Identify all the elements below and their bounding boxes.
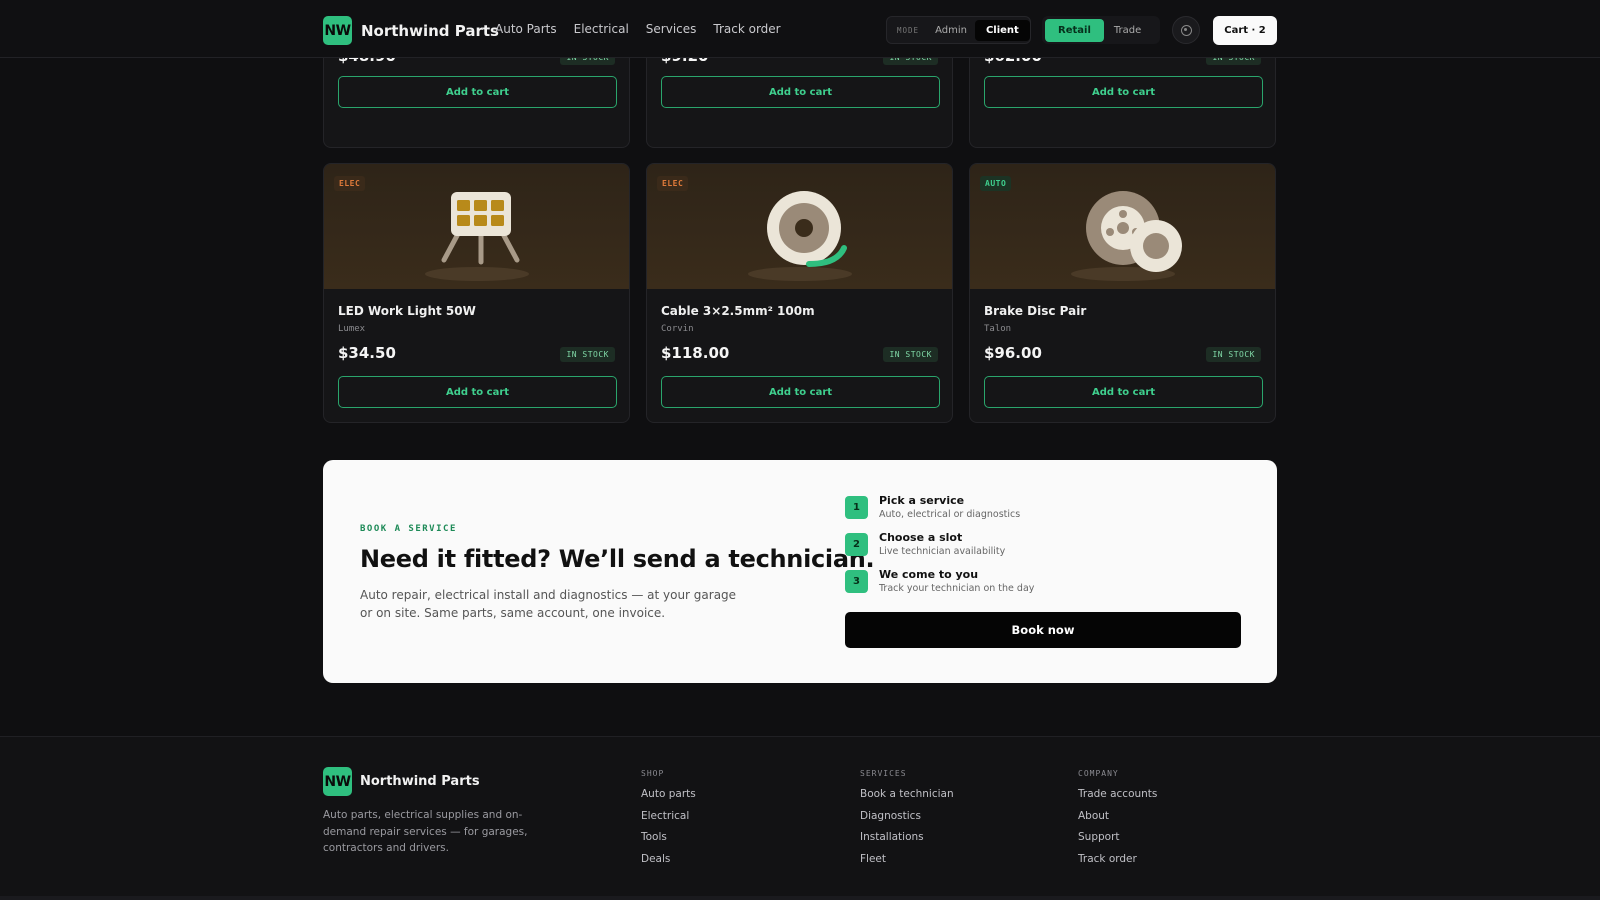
product-card[interactable]: ELEC Cable 3×2.5mm² 100m Corvin $118.00 … [646,163,953,423]
mode-client-button[interactable]: Client [974,19,1030,41]
service-title: Need it fitted? We’ll send a technician. [360,545,875,573]
brand-name: Northwind Parts [361,21,499,40]
footer-link[interactable]: Track order [1078,853,1157,875]
step-title: Pick a service [879,494,965,507]
cart-button[interactable]: Cart · 2 [1213,16,1277,45]
product-price: $96.00 [984,344,1042,362]
footer-bottom-edge [0,896,1600,900]
product-image: ELEC [647,164,952,289]
footer-link[interactable]: Diagnostics [860,810,954,832]
footer-column-shop: SHOP Auto parts Electrical Tools Deals [641,769,696,874]
footer-link[interactable]: Deals [641,853,696,875]
product-name: Brake Disc Pair [984,304,1087,318]
step-title: Choose a slot [879,531,963,544]
product-image: AUTO [970,164,1275,289]
step-item: 2 Choose a slot Live technician availabi… [845,531,1205,563]
brake-disc-icon [1071,191,1182,281]
footer-column-company: COMPANY Trade accounts About Support Tra… [1078,769,1157,874]
main-nav: Auto Parts Electrical Services Track ord… [495,22,781,36]
footer-link[interactable]: Installations [860,831,954,853]
led-work-light-icon [425,192,529,281]
step-subtitle: Live technician availability [879,546,1006,557]
step-number: 1 [845,496,868,519]
add-to-cart-button[interactable]: Add to cart [661,376,940,408]
footer-logo: NW [323,767,352,796]
footer-link[interactable]: Book a technician [860,788,954,810]
category-tag: ELEC [657,176,689,191]
product-name: Cable 3×2.5mm² 100m [661,304,815,318]
stock-badge: IN STOCK [1206,347,1261,362]
product-card[interactable]: ELEC LED Work Light 50W Lumex $34.50 IN … [323,163,630,423]
footer-link[interactable]: About [1078,810,1157,832]
mode-admin-button[interactable]: Admin [927,20,975,41]
theme-icon [1180,24,1192,36]
step-subtitle: Track your technician on the day [879,583,1035,594]
footer-link[interactable]: Support [1078,831,1157,853]
step-title: We come to you [879,568,979,581]
nav-track-order[interactable]: Track order [713,22,780,36]
theme-toggle-button[interactable] [1172,16,1200,44]
footer-link[interactable]: Auto parts [641,788,696,810]
service-booking-banner: BOOK A SERVICE Need it fitted? We’ll sen… [323,460,1277,683]
step-number: 2 [845,533,868,556]
footer-column-services: SERVICES Book a technician Diagnostics I… [860,769,954,874]
product-image: ELEC [324,164,629,289]
service-description: Auto repair, electrical install and diag… [360,588,737,620]
footer-heading: SHOP [641,769,665,778]
product-price: $118.00 [661,344,730,362]
product-brand: Corvin [661,324,694,334]
service-kicker: BOOK A SERVICE [360,524,457,534]
category-tag: AUTO [980,176,1012,191]
step-item: 1 Pick a service Auto, electrical or dia… [845,494,1205,526]
footer-link[interactable]: Trade accounts [1078,788,1157,810]
add-to-cart-button[interactable]: Add to cart [984,76,1263,108]
footer-link[interactable]: Electrical [641,810,696,832]
brand-logo: NW [323,16,352,45]
nav-auto-parts[interactable]: Auto Parts [495,22,557,36]
add-to-cart-button[interactable]: Add to cart [338,376,617,408]
site-footer: NW Northwind Parts Auto parts, electrica… [0,736,1600,900]
pricing-switcher: Retail Trade [1042,16,1160,44]
nav-services[interactable]: Services [646,22,697,36]
footer-brand-name: Northwind Parts [360,774,480,789]
nav-electrical[interactable]: Electrical [574,22,629,36]
brand-home-link[interactable]: NW Northwind Parts [323,16,499,45]
step-number: 3 [845,570,868,593]
product-price: $34.50 [338,344,396,362]
add-to-cart-button[interactable]: Add to cart [984,376,1263,408]
step-subtitle: Auto, electrical or diagnostics [879,509,1021,520]
top-navigation-bar: NW Northwind Parts Auto Parts Electrical… [0,0,1600,58]
category-tag: ELEC [334,176,366,191]
stock-badge: IN STOCK [560,347,615,362]
book-now-button[interactable]: Book now [845,612,1241,648]
cable-reel-icon [748,191,852,281]
footer-heading: COMPANY [1078,769,1119,778]
stock-badge: IN STOCK [883,347,938,362]
add-to-cart-button[interactable]: Add to cart [338,76,617,108]
product-brand: Lumex [338,324,366,334]
footer-brand[interactable]: NW Northwind Parts [323,767,480,796]
product-card[interactable]: AUTO Brake Disc Pair Talon $96.00 IN STO… [969,163,1276,423]
product-brand: Talon [984,324,1012,334]
pricing-trade-button[interactable]: Trade [1104,20,1151,41]
mode-switcher: MODE Admin Client [886,16,1031,44]
footer-heading: SERVICES [860,769,907,778]
footer-link[interactable]: Tools [641,831,696,853]
footer-link[interactable]: Fleet [860,853,954,875]
mode-label: MODE [897,25,920,35]
add-to-cart-button[interactable]: Add to cart [661,76,940,108]
footer-description: Auto parts, electrical supplies and on-d… [323,809,528,854]
product-name: LED Work Light 50W [338,304,476,318]
pricing-retail-button[interactable]: Retail [1045,18,1104,42]
step-item: 3 We come to you Track your technician o… [845,568,1205,600]
